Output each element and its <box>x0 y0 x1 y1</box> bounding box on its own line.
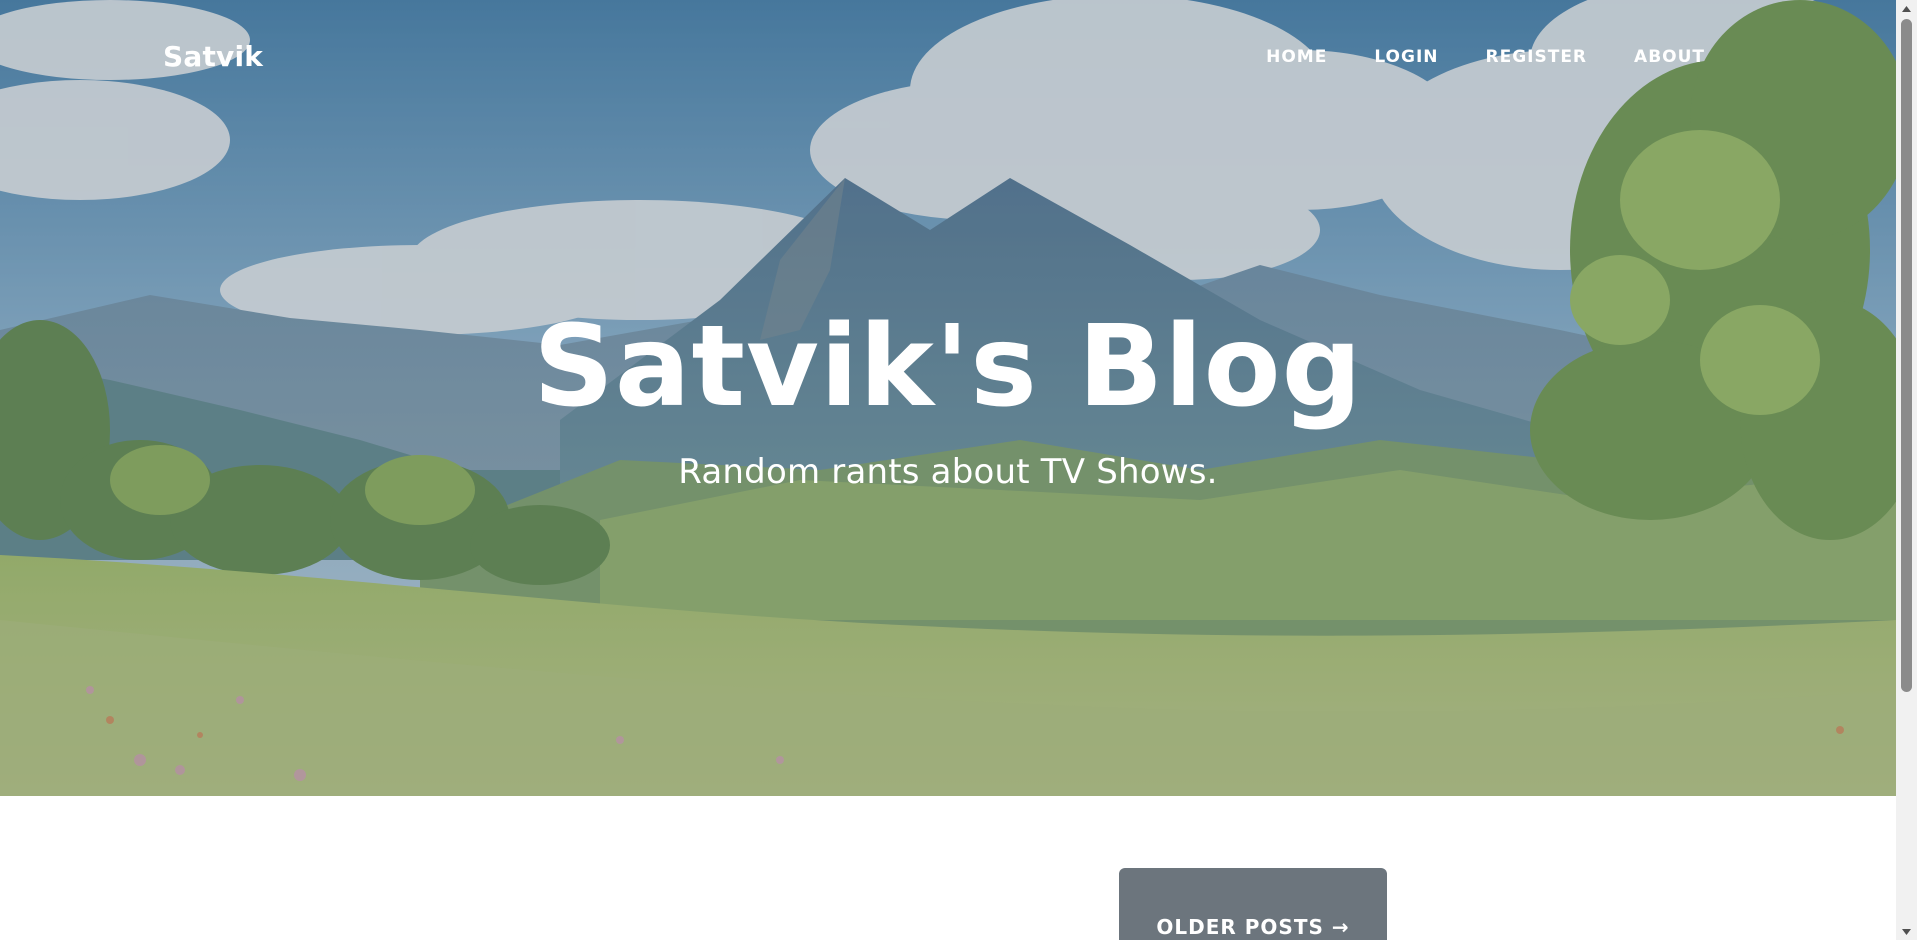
vertical-scrollbar[interactable] <box>1896 0 1917 940</box>
main-content: Older Posts → <box>0 796 1896 940</box>
nav-link-about[interactable]: About <box>1634 47 1705 67</box>
page: Satvik Home Login Register About Satvik'… <box>0 0 1917 940</box>
site-heading: Satvik's Blog Random rants about TV Show… <box>0 300 1896 492</box>
brand-link[interactable]: Satvik <box>163 40 263 73</box>
older-posts-button[interactable]: Older Posts → <box>1119 868 1387 940</box>
nav-links: Home Login Register About <box>1219 47 1705 67</box>
scroll-thumb[interactable] <box>1901 19 1912 692</box>
masthead: Satvik Home Login Register About Satvik'… <box>0 0 1896 796</box>
page-title: Satvik's Blog <box>533 302 1363 432</box>
navbar: Satvik Home Login Register About <box>0 0 1896 116</box>
nav-link-register[interactable]: Register <box>1486 47 1588 67</box>
nav-link-login[interactable]: Login <box>1374 47 1438 67</box>
scroll-up-arrow-icon[interactable] <box>1896 0 1917 17</box>
page-subtitle: Random rants about TV Shows. <box>678 452 1218 493</box>
scroll-down-arrow-icon[interactable] <box>1896 923 1917 940</box>
nav-link-home[interactable]: Home <box>1266 47 1327 67</box>
